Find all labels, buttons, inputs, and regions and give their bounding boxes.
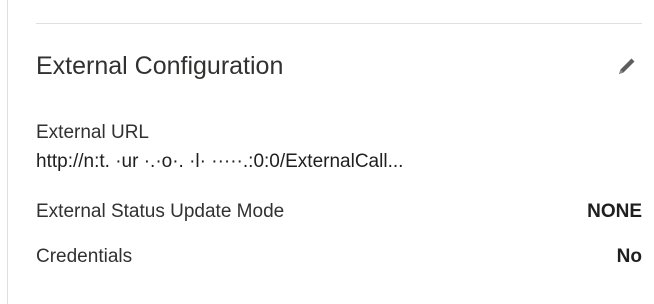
credentials-value: No xyxy=(616,246,642,267)
pencil-icon xyxy=(619,58,635,74)
panel-header: External Configuration xyxy=(36,44,642,88)
edit-button[interactable] xyxy=(612,51,642,81)
section-divider xyxy=(36,23,642,24)
status-update-mode-value: NONE xyxy=(587,201,642,222)
credentials-label: Credentials xyxy=(36,246,133,267)
external-url-label: External URL xyxy=(36,122,149,143)
external-configuration-panel: External Configuration External URL http… xyxy=(0,0,654,304)
panel-left-border xyxy=(7,0,8,304)
external-url-value: http://n:t. ·ur ·.·o·. ·l· ·····.:0:0/Ex… xyxy=(36,151,404,172)
panel-title: External Configuration xyxy=(36,52,284,80)
status-update-mode-label: External Status Update Mode xyxy=(36,201,285,222)
